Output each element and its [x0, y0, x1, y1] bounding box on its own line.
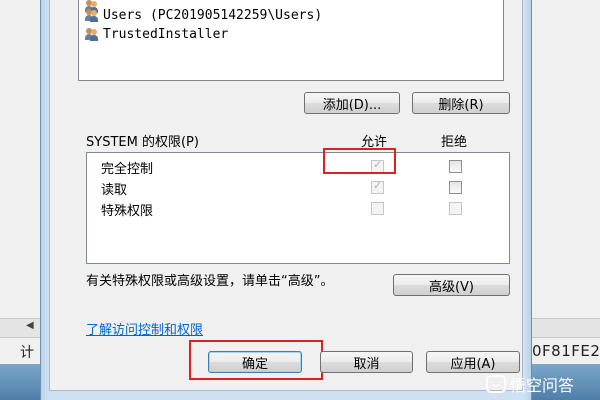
user-name: TrustedInstaller	[103, 26, 229, 42]
checkmark-icon: ✓	[373, 179, 383, 192]
advanced-settings-hint: 有关特殊权限或高级设置，请单击“高级”。	[86, 274, 334, 289]
user-name: Users (PC201905142259\Users)	[103, 7, 323, 23]
permissions-dialog: Users (PC201905142259\Users) TrustedInst…	[40, 0, 532, 400]
watermark: 悟空问答	[486, 372, 574, 396]
background-left-text: 计	[20, 345, 34, 361]
background-window-right	[530, 0, 600, 400]
allow-special-checkbox[interactable]	[371, 202, 384, 215]
advanced-button[interactable]: 高级(V)	[393, 274, 510, 296]
apply-button[interactable]: 应用(A)	[426, 351, 520, 373]
cancel-button[interactable]: 取消	[320, 351, 413, 373]
access-control-help-link[interactable]: 了解访问控制和权限	[86, 319, 203, 338]
background-scrollbar-right[interactable]	[530, 318, 600, 338]
list-item[interactable]: TrustedInstaller	[85, 25, 228, 43]
list-item[interactable]: Users (PC201905142259\Users)	[85, 6, 322, 24]
chat-bubble-icon	[486, 375, 506, 393]
deny-special-checkbox[interactable]	[449, 202, 462, 215]
scroll-left-arrow-icon[interactable]: ◀	[26, 320, 34, 331]
permissions-title: SYSTEM 的权限(P)	[86, 135, 199, 150]
background-scrollbar-left[interactable]	[0, 318, 40, 338]
group-user-list[interactable]: Users (PC201905142259\Users) TrustedInst…	[78, 0, 504, 81]
users-group-icon	[85, 27, 99, 41]
background-taskbar-left	[0, 364, 40, 400]
permission-label-read: 读取	[101, 183, 128, 198]
deny-read-checkbox[interactable]	[449, 181, 462, 194]
permissions-table: 完全控制 读取 特殊权限 ✓ ✓	[86, 152, 510, 264]
add-button[interactable]: 添加(D)...	[304, 92, 400, 114]
dialog-content: Users (PC201905142259\Users) TrustedInst…	[49, 0, 523, 391]
highlight-ok-button	[189, 340, 323, 380]
deny-full-control-checkbox[interactable]	[449, 160, 462, 173]
watermark-text: 悟空问答	[510, 376, 575, 395]
permission-label-full-control: 完全控制	[101, 162, 154, 177]
remove-button[interactable]: 删除(R)	[412, 92, 510, 114]
highlight-allow-full-control	[323, 148, 396, 174]
deny-column-header: 拒绝	[441, 135, 468, 150]
background-window-left	[0, 0, 40, 400]
permission-label-special: 特殊权限	[101, 204, 154, 219]
allow-read-checkbox[interactable]: ✓	[371, 179, 384, 194]
users-group-icon	[85, 8, 99, 22]
background-right-text: 0F81FE2	[532, 342, 600, 360]
